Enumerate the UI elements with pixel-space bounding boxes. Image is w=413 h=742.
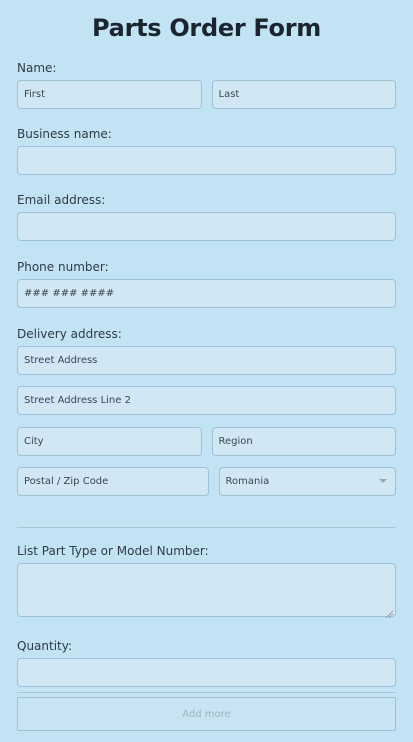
email-label: Email address: — [17, 193, 106, 207]
add-more-button[interactable]: Add more — [17, 697, 396, 731]
street2-field-wrap — [17, 386, 396, 415]
add-more-wrap: Add more — [17, 697, 396, 731]
business-name-label: Business name: — [17, 127, 112, 141]
quantity-input[interactable] — [17, 658, 396, 687]
parts-textarea[interactable] — [17, 563, 396, 617]
delivery-group: Delivery address: — [17, 326, 396, 342]
parts-field-wrap — [17, 563, 396, 621]
postal-code-input[interactable] — [17, 467, 209, 496]
quantity-label: Quantity: — [17, 639, 73, 653]
parts-label: List Part Type or Model Number: — [17, 544, 209, 558]
last-name-input[interactable] — [211, 80, 396, 109]
parts-group: List Part Type or Model Number: — [17, 543, 396, 559]
quantity-group: Quantity: — [17, 638, 396, 654]
resize-grip-icon[interactable] — [386, 611, 393, 618]
delivery-label: Delivery address: — [17, 327, 122, 341]
name-fields — [17, 80, 396, 109]
email-input[interactable] — [17, 212, 396, 241]
phone-group: Phone number: — [17, 259, 396, 275]
city-input[interactable] — [17, 427, 202, 456]
name-group: Name: — [17, 60, 396, 76]
business-name-input[interactable] — [17, 146, 396, 175]
country-selected-value[interactable]: Romania — [218, 467, 396, 496]
section-divider — [17, 527, 396, 528]
phone-field-wrap — [17, 279, 396, 308]
country-select[interactable]: Romania — [218, 467, 396, 496]
chevron-down-icon — [379, 479, 387, 483]
business-group: Business name: — [17, 126, 396, 142]
postal-country-row: Romania — [17, 467, 396, 496]
email-group: Email address: — [17, 192, 396, 208]
phone-label: Phone number: — [17, 260, 109, 274]
street-address-line2-input[interactable] — [17, 386, 396, 415]
name-label: Name: — [17, 61, 57, 75]
quantity-divider — [17, 692, 396, 693]
region-input[interactable] — [211, 427, 396, 456]
street-address-input[interactable] — [17, 346, 396, 375]
quantity-field-wrap — [17, 658, 396, 687]
city-region-row — [17, 427, 396, 456]
form-title: Parts Order Form — [92, 14, 321, 42]
parts-order-form: Parts Order Form Name: Business name: Em… — [0, 0, 413, 742]
business-field-wrap — [17, 146, 396, 175]
phone-input[interactable] — [17, 279, 396, 308]
first-name-input[interactable] — [17, 80, 202, 109]
street-field-wrap — [17, 346, 396, 375]
email-field-wrap — [17, 212, 396, 241]
